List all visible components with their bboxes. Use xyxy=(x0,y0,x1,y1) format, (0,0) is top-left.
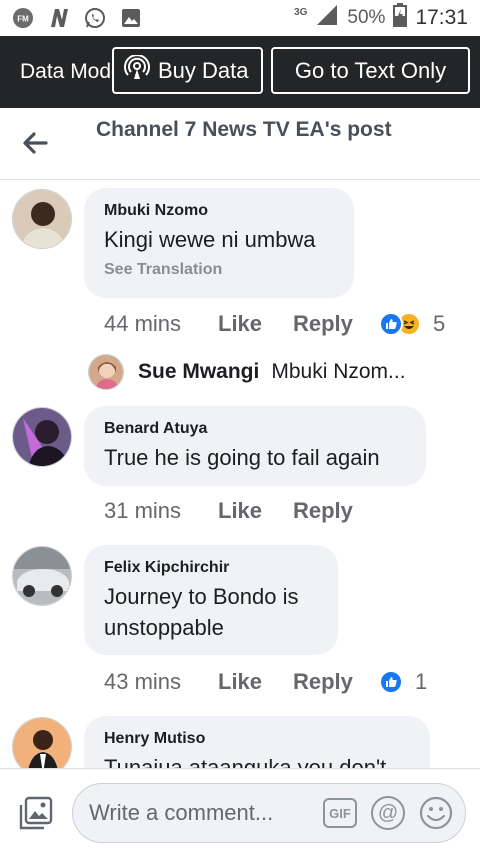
clock: 17:31 xyxy=(415,6,468,29)
fm-radio-icon: FM xyxy=(12,7,34,29)
comment-bubble: Felix Kipchirchir Journey to Bondo is un… xyxy=(84,545,338,655)
avatar[interactable] xyxy=(12,546,72,606)
reply-preview[interactable]: Sue Mwangi Mbuki Nzom... xyxy=(88,352,468,392)
avatar[interactable] xyxy=(12,717,72,768)
avatar[interactable] xyxy=(88,354,124,390)
like-button[interactable]: Like xyxy=(218,669,293,695)
comment-bubble: Henry Mutiso Tunajua ataanguka you don't xyxy=(84,716,430,768)
comment-input[interactable] xyxy=(89,800,309,826)
avatar[interactable] xyxy=(12,407,72,467)
mention-button[interactable]: @ xyxy=(371,796,405,830)
see-translation-link[interactable]: See Translation xyxy=(104,261,334,279)
comment-author[interactable]: Felix Kipchirchir xyxy=(104,557,318,579)
reactions-summary[interactable]: 1 xyxy=(379,669,427,695)
comment-text: Journey to Bondo is unstoppable xyxy=(104,584,299,640)
gallery-icon xyxy=(120,7,142,29)
gif-button[interactable]: GIF xyxy=(323,798,357,828)
text-only-label: Go to Text Only xyxy=(294,57,447,83)
reactions-summary[interactable]: 5 xyxy=(379,311,445,337)
comment: Henry Mutiso Tunajua ataanguka you don't xyxy=(0,716,480,768)
comment-actions: 31 mins Like Reply xyxy=(104,496,379,526)
data-mode-bar: Data Mode Buy Data Go to Text Only xyxy=(0,36,480,108)
buy-data-label: Buy Data xyxy=(158,57,249,83)
reply-snippet: Mbuki Nzom... xyxy=(271,360,406,383)
like-button[interactable]: Like xyxy=(218,311,293,337)
buy-data-button[interactable]: Buy Data xyxy=(112,47,263,94)
comment-author[interactable]: Mbuki Nzomo xyxy=(104,200,334,222)
svg-text:FM: FM xyxy=(17,15,29,24)
reply-button[interactable]: Reply xyxy=(293,669,379,695)
comment-time[interactable]: 31 mins xyxy=(104,498,218,524)
comment-input-box[interactable]: GIF @ xyxy=(72,783,466,843)
post-header: Channel 7 News TV EA's post xyxy=(0,108,480,180)
battery-icon xyxy=(393,3,408,33)
battery-percent: 50% xyxy=(347,7,386,28)
like-reaction-icon xyxy=(379,670,403,694)
comment-author[interactable]: Benard Atuya xyxy=(104,418,406,440)
comment-time[interactable]: 43 mins xyxy=(104,669,218,695)
comment-actions: 44 mins Like Reply 5 xyxy=(104,309,445,339)
comment-time[interactable]: 44 mins xyxy=(104,311,218,337)
reaction-count: 5 xyxy=(433,311,446,336)
comment-author[interactable]: Henry Mutiso xyxy=(104,728,410,750)
text-only-button[interactable]: Go to Text Only xyxy=(271,47,470,94)
like-reaction-icon xyxy=(379,312,403,336)
avatar[interactable] xyxy=(12,189,72,249)
comment-bubble: Mbuki Nzomo Kingi wewe ni umbwa See Tran… xyxy=(84,188,354,298)
reply-author[interactable]: Sue Mwangi xyxy=(138,360,259,384)
reply-button[interactable]: Reply xyxy=(293,498,379,524)
comment-actions: 43 mins Like Reply 1 xyxy=(104,667,427,697)
broadcast-icon xyxy=(124,53,150,87)
data-mode-label: Data Mode xyxy=(20,60,112,83)
comment-text: Tunajua ataanguka you don't xyxy=(104,755,387,768)
signal-icon xyxy=(315,4,339,32)
reply-button[interactable]: Reply xyxy=(293,311,379,337)
emoji-icon[interactable] xyxy=(419,796,453,830)
whatsapp-icon xyxy=(84,7,106,29)
comment-composer: GIF @ xyxy=(0,768,480,854)
back-arrow-icon[interactable] xyxy=(20,128,50,158)
network-type: 3G xyxy=(294,6,308,18)
n-app-icon xyxy=(48,7,70,29)
like-button[interactable]: Like xyxy=(218,498,293,524)
status-bar: FM 3G 50% 17:31 xyxy=(0,0,480,36)
comment-text: True he is going to fail again xyxy=(104,445,380,470)
page-title: Channel 7 News TV EA's post xyxy=(96,118,392,141)
comment-bubble: Benard Atuya True he is going to fail ag… xyxy=(84,406,426,486)
comment-text: Kingi wewe ni umbwa xyxy=(104,227,316,252)
reaction-count: 1 xyxy=(415,669,428,694)
photo-icon[interactable] xyxy=(18,795,54,831)
